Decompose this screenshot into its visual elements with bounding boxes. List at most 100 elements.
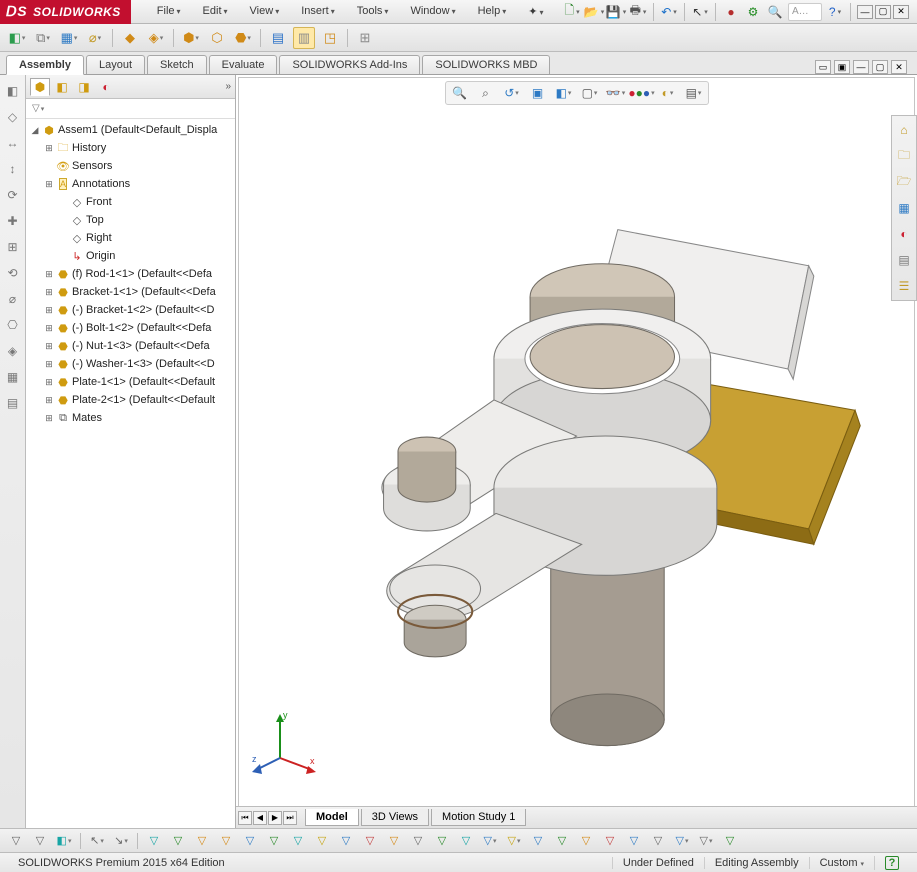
tab-sketch[interactable]: Sketch xyxy=(147,55,207,74)
menu-window[interactable]: Window▾ xyxy=(400,1,465,22)
show-hidden-button[interactable]: ◈ xyxy=(145,27,167,49)
smart-fasteners-button[interactable]: ⌀ xyxy=(84,27,106,49)
taskpane-custom-props-icon[interactable]: ▤ xyxy=(894,250,914,270)
insert-component-button[interactable]: ◧ xyxy=(6,27,28,49)
bt-f8[interactable]: ▽ xyxy=(312,832,332,850)
bt-f10[interactable]: ▽ xyxy=(360,832,380,850)
graphics-viewport[interactable]: 🔍 ⌕ ↺ ▣ ◧ ▢ 👓 ●●● ◐ ▤ xyxy=(236,75,917,828)
bt-f1[interactable]: ▽ xyxy=(144,832,164,850)
options-button[interactable]: ⚙ xyxy=(744,3,762,21)
bt-f20[interactable]: ▽ xyxy=(600,832,620,850)
undo-button[interactable]: ↶ xyxy=(660,3,678,21)
doc-cascade-button[interactable]: ▣ xyxy=(834,60,850,74)
tree-sensors[interactable]: 👁 Sensors xyxy=(26,157,235,175)
bt-f13[interactable]: ▽ xyxy=(432,832,452,850)
bt-f4[interactable]: ▽ xyxy=(216,832,236,850)
bt-f15[interactable]: ▽ xyxy=(480,832,500,850)
taskpane-home-icon[interactable]: ⌂ xyxy=(894,120,914,140)
bt-f16[interactable]: ▽ xyxy=(504,832,524,850)
ls-icon-5[interactable]: ⟳ xyxy=(3,185,23,205)
tree-origin[interactable]: ↳ Origin xyxy=(26,247,235,265)
tree-plane-right[interactable]: ◇ Right xyxy=(26,229,235,247)
bt-f9[interactable]: ▽ xyxy=(336,832,356,850)
vtab-model[interactable]: Model xyxy=(305,809,359,826)
bt-f14[interactable]: ▽ xyxy=(456,832,476,850)
restore-button[interactable]: ▢ xyxy=(875,5,891,19)
ftab-dimxpert[interactable]: ◐ xyxy=(96,78,116,96)
menu-view[interactable]: View▾ xyxy=(240,1,290,22)
feature-tree[interactable]: ◢⬢ Assem1 (Default<Default_Displa ⊞🗀 His… xyxy=(26,119,235,828)
ls-icon-12[interactable]: ▦ xyxy=(3,367,23,387)
tree-comp-bolt[interactable]: ⊞⬣ (-) Bolt-1<2> (Default<<Defa xyxy=(26,319,235,337)
tab-scroll-last[interactable]: ⏭ xyxy=(283,811,297,825)
bt-f2[interactable]: ▽ xyxy=(168,832,188,850)
vtab-motion-study[interactable]: Motion Study 1 xyxy=(431,809,526,826)
tree-comp-bracket-1[interactable]: ⊞⬣ Bracket-1<1> (Default<<Defa xyxy=(26,283,235,301)
ls-icon-2[interactable]: ◇ xyxy=(3,107,23,127)
doc-restore-button[interactable]: ▢ xyxy=(872,60,888,74)
bt-f25[interactable]: ▽ xyxy=(720,832,740,850)
tab-layout[interactable]: Layout xyxy=(86,55,145,74)
tab-evaluate[interactable]: Evaluate xyxy=(209,55,278,74)
bt-filter-toggle[interactable]: ▽ xyxy=(30,832,50,850)
bt-filter-solid[interactable]: ◧ xyxy=(54,832,74,850)
search-box[interactable]: A… xyxy=(788,3,822,21)
new-doc-button[interactable]: 🗋 xyxy=(563,3,581,21)
tree-root[interactable]: ◢⬢ Assem1 (Default<Default_Displa xyxy=(26,121,235,139)
tree-annotations[interactable]: ⊞A Annotations xyxy=(26,175,235,193)
bt-f19[interactable]: ▽ xyxy=(576,832,596,850)
filter-dropdown[interactable]: ▽ xyxy=(32,103,44,114)
bt-f5[interactable]: ▽ xyxy=(240,832,260,850)
ftab-property-manager[interactable]: ◧ xyxy=(52,78,72,96)
instant3d-button[interactable]: ◳ xyxy=(319,27,341,49)
tree-history[interactable]: ⊞🗀 History xyxy=(26,139,235,157)
bt-f17[interactable]: ▽ xyxy=(528,832,548,850)
bt-f23[interactable]: ▽ xyxy=(672,832,692,850)
taskpane-file-explorer-icon[interactable]: 🗁 xyxy=(894,172,914,192)
taskpane-design-library-icon[interactable]: 🗀 xyxy=(894,146,914,166)
doc-close-button[interactable]: ✕ xyxy=(891,60,907,74)
tree-comp-plate-1[interactable]: ⊞⬣ Plate-1<1> (Default<<Default xyxy=(26,373,235,391)
taskpane-view-palette-icon[interactable]: ▦ xyxy=(894,198,914,218)
ls-icon-13[interactable]: ▤ xyxy=(3,393,23,413)
ls-icon-3[interactable]: ↔ xyxy=(3,133,23,153)
status-help[interactable]: ? xyxy=(874,856,909,870)
ls-icon-4[interactable]: ↕ xyxy=(3,159,23,179)
ls-icon-1[interactable]: ◧ xyxy=(3,81,23,101)
bom-button[interactable]: ▤ xyxy=(267,27,289,49)
doc-tile-button[interactable]: ▭ xyxy=(815,60,831,74)
ls-icon-8[interactable]: ⟲ xyxy=(3,263,23,283)
open-doc-button[interactable]: 📂 xyxy=(585,3,603,21)
bt-filter-clear[interactable]: ▽ xyxy=(6,832,26,850)
taskpane-appearances-icon[interactable]: ◐ xyxy=(894,224,914,244)
reference-geom-button[interactable]: ⬡ xyxy=(206,27,228,49)
bt-select-other[interactable]: ↘ xyxy=(111,832,131,850)
tab-scroll-next[interactable]: ▶ xyxy=(268,811,282,825)
tab-mbd[interactable]: SOLIDWORKS MBD xyxy=(422,55,550,74)
minimize-button[interactable]: — xyxy=(857,5,873,19)
menu-insert[interactable]: Insert▾ xyxy=(291,1,345,22)
bt-f6[interactable]: ▽ xyxy=(264,832,284,850)
tab-assembly[interactable]: Assembly xyxy=(6,55,84,75)
bt-f18[interactable]: ▽ xyxy=(552,832,572,850)
assembly-features-button[interactable]: ⬢ xyxy=(180,27,202,49)
ftab-collapse-icon[interactable]: » xyxy=(225,81,231,92)
tab-addins[interactable]: SOLIDWORKS Add-Ins xyxy=(279,55,420,74)
tree-mates[interactable]: ⊞⧉ Mates xyxy=(26,409,235,427)
menu-edit[interactable]: Edit▾ xyxy=(193,1,238,22)
bt-select-cursor[interactable]: ↖ xyxy=(87,832,107,850)
ftab-feature-manager[interactable]: ⬢ xyxy=(30,78,50,96)
tree-plane-top[interactable]: ◇ Top xyxy=(26,211,235,229)
taskpane-forum-icon[interactable]: ☰ xyxy=(894,276,914,296)
ls-icon-11[interactable]: ◈ xyxy=(3,341,23,361)
ls-icon-6[interactable]: ✚ xyxy=(3,211,23,231)
tab-scroll-first[interactable]: ⏮ xyxy=(238,811,252,825)
bt-f11[interactable]: ▽ xyxy=(384,832,404,850)
save-button[interactable]: 💾 xyxy=(607,3,625,21)
bt-f21[interactable]: ▽ xyxy=(624,832,644,850)
bt-f22[interactable]: ▽ xyxy=(648,832,668,850)
menu-file[interactable]: File▾ xyxy=(147,1,191,22)
tree-comp-plate-2[interactable]: ⊞⬣ Plate-2<1> (Default<<Default xyxy=(26,391,235,409)
bt-f3[interactable]: ▽ xyxy=(192,832,212,850)
toolbar-extra-1[interactable]: ⊞ xyxy=(354,27,376,49)
